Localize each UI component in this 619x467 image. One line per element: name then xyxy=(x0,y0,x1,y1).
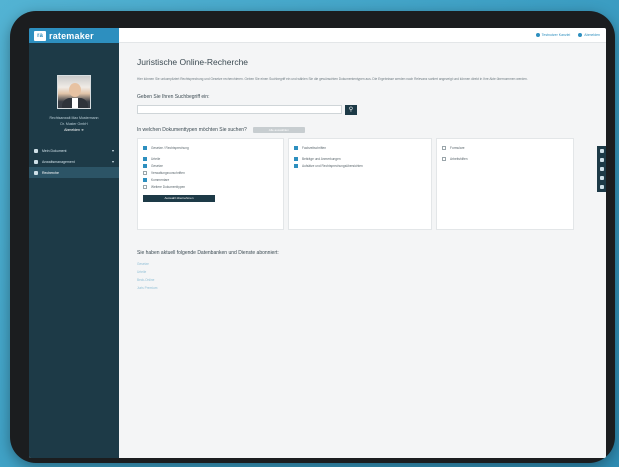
subscription-link[interactable]: Urteile xyxy=(137,270,586,278)
profile-logout-link[interactable]: Abmelden ➜ xyxy=(29,127,119,133)
option-workaids[interactable]: Arbeitshilfen xyxy=(442,156,568,163)
search-label: Geben Sie Ihren Suchbegriff ein: xyxy=(137,93,210,100)
top-bar: Testnutzer Kanzlei Abmelden xyxy=(119,28,606,43)
doctype-card-journals: Fachzeitschriften Beiträge und Anmerkung… xyxy=(288,137,432,230)
user-label: Testnutzer Kanzlei xyxy=(541,33,571,37)
main-content: Juristische Online-Recherche Hier können… xyxy=(119,43,606,458)
search-input[interactable] xyxy=(137,105,342,114)
folder-icon[interactable] xyxy=(599,167,604,171)
sidebar-item-label: Recherche xyxy=(42,170,59,175)
option-forms[interactable]: Formulare xyxy=(442,145,568,152)
sidebar-item-document[interactable]: Mein Dokument ▾ xyxy=(29,145,119,156)
select-all-button[interactable]: Alle auswählen xyxy=(252,126,305,133)
logout-icon xyxy=(578,33,583,37)
option-commentaries[interactable]: Kommentare xyxy=(143,177,278,184)
option-laws[interactable]: Gesetze xyxy=(143,163,278,170)
checkbox[interactable] xyxy=(143,164,147,168)
option-essays[interactable]: Aufsätze und Rechtsprechungsübersichten xyxy=(294,163,426,170)
option-label: Verwaltungsvorschriften xyxy=(151,171,185,175)
edit-icon[interactable] xyxy=(599,185,604,189)
option-judgments[interactable]: Urteile xyxy=(143,156,278,163)
checkbox[interactable] xyxy=(143,185,147,189)
sidebar-item-management[interactable]: Anwaltsmanagement ▾ xyxy=(29,156,119,167)
checkbox[interactable] xyxy=(143,157,147,161)
subscription-link[interactable]: Gesetze xyxy=(137,262,586,270)
option-label: Formulare xyxy=(450,146,465,150)
app-screen: ra ratemaker Rechtsanwalt Max Mustermann… xyxy=(29,28,606,458)
chevron-down-icon: ▾ xyxy=(111,159,114,164)
side-toolbar xyxy=(597,146,606,192)
sidebar-item-research[interactable]: Recherche xyxy=(29,167,119,178)
subscriptions-list: Gesetze Urteile Beck-Online Juris Premiu… xyxy=(137,262,586,294)
subscriptions-title: Sie haben aktuell folgende Datenbanken u… xyxy=(137,249,279,256)
briefcase-icon xyxy=(34,159,38,164)
checkbox[interactable] xyxy=(442,157,446,161)
logout-button[interactable]: Abmelden xyxy=(578,33,600,37)
option-label: Beiträge und Anmerkungen xyxy=(302,157,341,161)
doctype-cards: Gesetze / Rechtsprechung Urteile Gesetze… xyxy=(137,137,586,230)
bookmark-icon[interactable] xyxy=(599,158,604,162)
search-icon: ⚲ xyxy=(348,107,354,113)
search-row: ⚲ xyxy=(137,104,586,115)
option-regulations[interactable]: Verwaltungsvorschriften xyxy=(143,170,278,177)
checkbox[interactable] xyxy=(294,164,298,168)
subscription-link[interactable]: Beck-Online xyxy=(137,278,586,286)
logout-label: Abmelden xyxy=(584,33,600,37)
option-other-types[interactable]: Weitere Dokumenttypen xyxy=(143,184,278,191)
option-articles[interactable]: Beiträge und Anmerkungen xyxy=(294,156,426,163)
search-button[interactable]: ⚲ xyxy=(345,104,357,115)
document-icon xyxy=(34,148,38,153)
subscription-link[interactable]: Juris Premium xyxy=(137,286,586,294)
option-journals-header[interactable]: Fachzeitschriften xyxy=(294,145,426,152)
page-title: Juristische Online-Recherche xyxy=(137,57,249,67)
option-label: Kommentare xyxy=(151,178,170,182)
tablet-frame: ra ratemaker Rechtsanwalt Max Mustermann… xyxy=(10,11,615,463)
user-menu[interactable]: Testnutzer Kanzlei xyxy=(535,33,571,37)
checkbox[interactable] xyxy=(294,157,298,161)
brand-logo-icon: ra xyxy=(34,30,46,41)
checkbox[interactable] xyxy=(143,178,147,182)
sidebar-nav: Mein Dokument ▾ Anwaltsmanagement ▾ Rech… xyxy=(29,145,119,178)
intro-text: Hier können Sie unkompliziert Rechtsprec… xyxy=(137,77,528,81)
option-label: Arbeitshilfen xyxy=(450,157,468,161)
profile-info: Rechtsanwalt Max Mustermann Dr. Muster G… xyxy=(29,115,119,133)
option-label: Fachzeitschriften xyxy=(302,146,327,150)
user-icon xyxy=(535,33,540,37)
brand[interactable]: ra ratemaker xyxy=(29,28,119,43)
chevron-down-icon: ▾ xyxy=(111,148,114,153)
option-laws-header[interactable]: Gesetze / Rechtsprechung xyxy=(143,145,278,152)
doctype-question-row: In welchen Dokumenttypen möchten Sie suc… xyxy=(137,126,586,133)
option-label: Gesetze xyxy=(151,164,163,168)
doctype-card-laws: Gesetze / Rechtsprechung Urteile Gesetze… xyxy=(137,137,284,230)
option-label: Aufsätze und Rechtsprechungsübersichten xyxy=(302,164,363,168)
mail-icon[interactable] xyxy=(599,176,604,180)
checkbox[interactable] xyxy=(442,146,446,150)
info-icon[interactable] xyxy=(599,149,604,153)
option-label: Gesetze / Rechtsprechung xyxy=(151,146,189,150)
sidebar: ra ratemaker Rechtsanwalt Max Mustermann… xyxy=(29,28,119,458)
checkbox[interactable] xyxy=(143,146,147,150)
apply-selection-button[interactable]: Auswahl übernehmen xyxy=(143,194,215,202)
option-label: Weitere Dokumenttypen xyxy=(151,185,186,189)
brand-name: ratemaker xyxy=(49,30,94,41)
option-label: Urteile xyxy=(151,157,161,161)
doctype-question: In welchen Dokumenttypen möchten Sie suc… xyxy=(137,126,247,133)
sidebar-item-label: Mein Dokument xyxy=(42,148,67,153)
checkbox[interactable] xyxy=(143,171,147,175)
sidebar-item-label: Anwaltsmanagement xyxy=(42,159,75,164)
checkbox[interactable] xyxy=(294,146,298,150)
avatar xyxy=(57,75,91,109)
search-icon xyxy=(34,170,38,175)
doctype-card-forms: Formulare Arbeitshilfen xyxy=(436,137,574,230)
